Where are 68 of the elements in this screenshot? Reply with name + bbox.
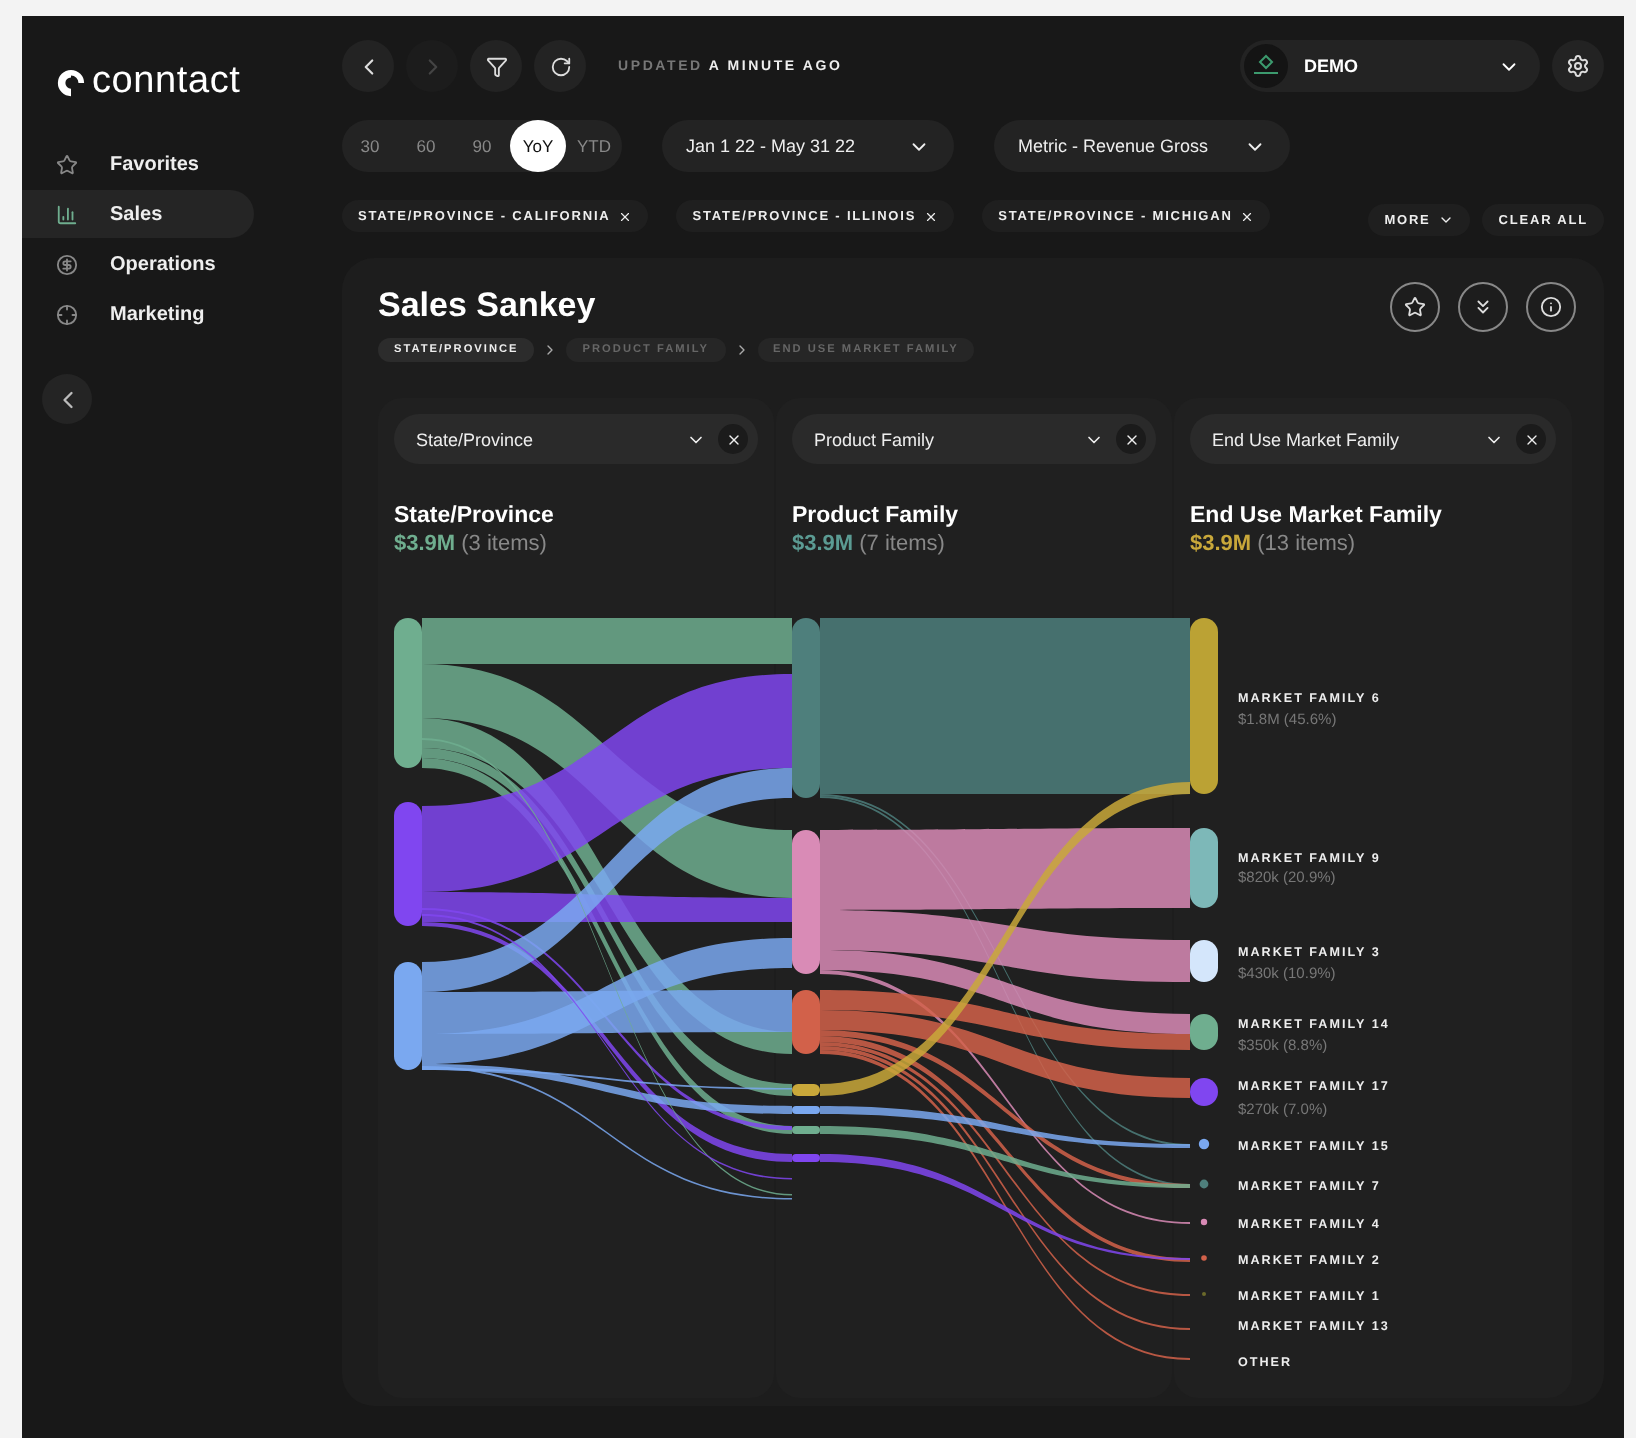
account-dropdown[interactable]: DEMO xyxy=(1240,40,1540,92)
range-option[interactable]: YoY xyxy=(510,120,566,172)
close-icon xyxy=(1240,209,1255,223)
settings-button[interactable] xyxy=(1552,40,1604,92)
sankey-node[interactable] xyxy=(394,962,422,1070)
dollar-icon xyxy=(56,253,78,275)
date-range-dropdown[interactable]: Jan 1 22 - May 31 22 xyxy=(662,120,954,172)
sankey-node[interactable] xyxy=(792,1154,820,1162)
column-total: $3.9M (3 items) xyxy=(394,532,549,556)
download-button[interactable] xyxy=(1458,282,1508,332)
settings-icon xyxy=(1566,54,1590,78)
refresh-icon xyxy=(549,55,571,77)
sankey-node[interactable] xyxy=(792,1126,820,1134)
metric-dropdown[interactable]: Metric - Revenue Gross xyxy=(994,120,1290,172)
sankey-node[interactable] xyxy=(1190,618,1218,794)
info-button[interactable] xyxy=(1526,282,1576,332)
star-icon xyxy=(56,153,78,175)
dimension-dropdown[interactable]: State/Province xyxy=(394,414,758,464)
filter-button[interactable] xyxy=(470,40,522,92)
nav-item[interactable]: Operations xyxy=(22,240,254,288)
sankey-node[interactable] xyxy=(1200,1218,1208,1226)
sankey-node[interactable] xyxy=(792,1084,820,1096)
close-icon xyxy=(924,209,939,223)
close-icon xyxy=(1523,431,1539,447)
chevron-down-icon xyxy=(1438,212,1455,228)
column-title: State/Province xyxy=(394,504,556,528)
close-icon xyxy=(618,209,633,223)
sankey-node[interactable] xyxy=(394,618,422,768)
sankey-node[interactable] xyxy=(792,618,820,798)
sankey-node[interactable] xyxy=(394,802,422,926)
remove-button[interactable] xyxy=(1116,424,1146,454)
bar-chart-icon xyxy=(56,203,78,225)
nav-item[interactable]: Favorites xyxy=(22,140,254,188)
collapse-button[interactable] xyxy=(42,374,92,424)
close-icon xyxy=(1123,431,1139,447)
favorite-button[interactable] xyxy=(1390,282,1440,332)
sankey-node[interactable] xyxy=(1201,1255,1207,1261)
column-title: End Use Market Family xyxy=(1190,504,1444,528)
info-icon xyxy=(1540,296,1562,318)
funnel-icon xyxy=(485,55,507,77)
sankey-node[interactable] xyxy=(1199,1179,1209,1189)
download-icon xyxy=(1472,296,1494,318)
brand-name: conntact xyxy=(92,60,241,104)
logo-icon xyxy=(56,67,86,97)
close-icon xyxy=(725,431,741,447)
remove-button[interactable] xyxy=(1516,424,1546,454)
column-total: $3.9M (13 items) xyxy=(1190,532,1358,556)
sankey-node[interactable] xyxy=(1190,828,1218,908)
sankey-node[interactable] xyxy=(1198,1138,1210,1150)
sankey-node[interactable] xyxy=(792,990,820,1054)
nav-item[interactable]: Marketing xyxy=(22,290,254,338)
card-title: Sales Sankey xyxy=(378,285,596,325)
range-option[interactable]: 60 xyxy=(398,120,454,172)
dimension-dropdown[interactable]: End Use Market Family xyxy=(1190,414,1556,464)
column-total: $3.9M (7 items) xyxy=(792,532,947,556)
range-option[interactable]: 90 xyxy=(454,120,510,172)
remove-button[interactable] xyxy=(718,424,748,454)
sankey-node[interactable] xyxy=(792,1106,820,1114)
dimension-dropdown[interactable]: Product Family xyxy=(792,414,1156,464)
refresh-button[interactable] xyxy=(534,40,586,92)
sankey-node[interactable] xyxy=(792,830,820,974)
account-logo-icon xyxy=(1244,44,1288,88)
nav-item[interactable]: Sales xyxy=(22,190,254,238)
range-option[interactable]: YTD xyxy=(566,120,622,172)
star-icon xyxy=(1404,296,1426,318)
range-option[interactable]: 30 xyxy=(342,120,398,172)
column-title: Product Family xyxy=(792,504,961,528)
crosshair-icon xyxy=(56,303,78,325)
